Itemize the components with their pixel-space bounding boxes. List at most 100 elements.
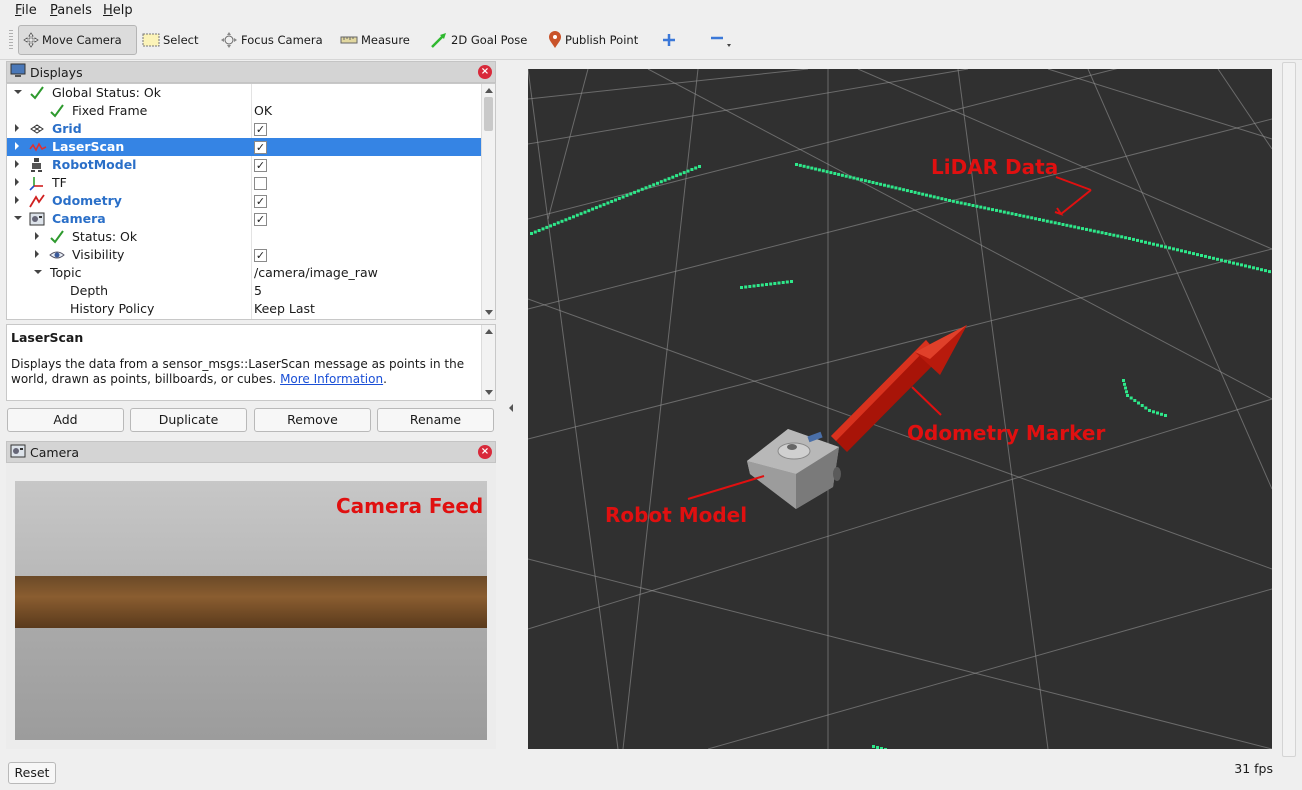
scan-point [1180, 249, 1183, 253]
goal-pose-button[interactable]: 2D Goal Pose [426, 25, 531, 55]
tf-checkbox[interactable] [254, 177, 267, 190]
more-information-link[interactable]: More Information [280, 372, 383, 386]
scan-point [951, 199, 955, 203]
scan-point [795, 163, 798, 166]
move-camera-button[interactable]: Move Camera [18, 25, 137, 55]
tree-row-value[interactable]: 5 [254, 283, 262, 298]
scan-point [806, 165, 810, 169]
scan-point [1053, 221, 1057, 225]
tree-row-history-policy[interactable]: History Policy Keep Last [7, 300, 483, 318]
3d-viewport[interactable]: LiDAR Data Odometry Marker Robot Model [528, 69, 1272, 749]
scan-point [967, 203, 971, 207]
tree-row-depth[interactable]: Depth 5 [7, 282, 483, 300]
measure-button[interactable]: Measure [336, 25, 414, 55]
scan-point [636, 189, 640, 193]
scroll-up-icon[interactable] [485, 88, 493, 93]
scan-point [917, 191, 921, 195]
scan-point [572, 215, 575, 219]
tree-row-global-status[interactable]: Global Status: Ok [7, 84, 483, 102]
tree-row-label: Odometry [52, 193, 122, 208]
scan-point [1069, 224, 1073, 228]
tree-scrollbar[interactable] [481, 84, 495, 319]
tree-row-camera[interactable]: Camera ✓ [7, 210, 483, 228]
select-button[interactable]: Select [138, 25, 202, 55]
scan-point [860, 178, 863, 182]
tree-row-topic[interactable]: Topic /camera/image_raw [7, 264, 483, 282]
tree-row-value[interactable]: /camera/image_raw [254, 265, 378, 280]
scroll-thumb[interactable] [484, 97, 493, 131]
expand-arrow-icon[interactable] [14, 90, 22, 94]
tree-row-fixed-frame[interactable]: Fixed Frame OK [7, 102, 483, 120]
menu-file[interactable]: File [15, 3, 37, 18]
scan-point [1030, 216, 1034, 220]
grid-checkbox[interactable]: ✓ [254, 123, 267, 136]
tree-row-laserscan[interactable]: LaserScan ✓ [7, 138, 483, 156]
expand-arrow-icon[interactable] [15, 178, 19, 186]
scan-point [1116, 234, 1120, 238]
add-button[interactable]: Add [7, 408, 124, 432]
scan-point [659, 180, 663, 184]
toolbar: Move Camera Select Focus Camera Measure … [0, 21, 1302, 60]
scan-point [871, 181, 875, 184]
scroll-up-icon[interactable] [485, 329, 493, 334]
remove-tool-button[interactable] [706, 25, 739, 55]
collapse-left-icon[interactable] [509, 404, 513, 412]
focus-camera-button[interactable]: Focus Camera [216, 25, 327, 55]
camera-checkbox[interactable]: ✓ [254, 213, 267, 226]
right-dock-strip[interactable] [1282, 62, 1296, 757]
expand-arrow-icon[interactable] [15, 160, 19, 168]
expand-arrow-icon[interactable] [15, 142, 19, 150]
camera-panel-title: Camera [30, 444, 80, 460]
laserscan-checkbox[interactable]: ✓ [254, 141, 267, 154]
reset-button[interactable]: Reset [8, 762, 56, 784]
duplicate-button[interactable]: Duplicate [130, 408, 247, 432]
robot-model-annotation: Robot Model [605, 503, 748, 527]
scan-point [1049, 220, 1053, 224]
menu-help[interactable]: Help [103, 3, 133, 18]
tree-row-odometry[interactable]: Odometry ✓ [7, 192, 483, 210]
tree-row-value[interactable]: Keep Last [254, 301, 315, 316]
remove-button[interactable]: Remove [254, 408, 371, 432]
tree-row-grid[interactable]: Grid ✓ [7, 120, 483, 138]
fps-counter: 31 fps [1234, 761, 1273, 776]
scan-point [1184, 250, 1187, 254]
add-tool-button[interactable] [658, 25, 683, 55]
rename-button[interactable]: Rename [377, 408, 494, 432]
displays-tree[interactable]: Global Status: Ok Fixed Frame OK Grid ✓ … [6, 83, 496, 320]
visibility-checkbox[interactable]: ✓ [254, 249, 267, 262]
tree-row-tf[interactable]: TF [7, 174, 483, 192]
publish-point-button[interactable]: Publish Point [544, 25, 642, 55]
scan-point [1057, 222, 1061, 226]
scan-point [740, 286, 743, 289]
scan-point [1140, 239, 1143, 243]
scan-point [682, 171, 686, 175]
check-icon [49, 229, 65, 245]
expand-arrow-icon[interactable] [34, 270, 42, 274]
expand-arrow-icon[interactable] [14, 216, 22, 220]
menu-panels[interactable]: Panels [50, 3, 92, 18]
odometry-checkbox[interactable]: ✓ [254, 195, 267, 208]
tree-row-robotmodel[interactable]: RobotModel ✓ [7, 156, 483, 174]
scroll-down-icon[interactable] [485, 390, 493, 395]
scan-point [963, 202, 967, 206]
toolbar-grip[interactable] [9, 30, 13, 50]
scan-point [1018, 213, 1022, 217]
expand-arrow-icon[interactable] [35, 232, 39, 240]
robotmodel-checkbox[interactable]: ✓ [254, 159, 267, 172]
expand-arrow-icon[interactable] [35, 250, 39, 258]
scroll-down-icon[interactable] [485, 310, 493, 315]
scan-point [629, 192, 633, 196]
tree-row-visibility[interactable]: Visibility ✓ [7, 246, 483, 264]
goal-pose-icon [430, 32, 448, 48]
scan-point [1120, 235, 1124, 239]
expand-arrow-icon[interactable] [15, 124, 19, 132]
close-icon[interactable]: × [478, 65, 492, 79]
tree-row-camera-status[interactable]: Status: Ok [7, 228, 483, 246]
expand-arrow-icon[interactable] [15, 196, 19, 204]
description-scrollbar[interactable] [481, 325, 495, 400]
close-icon[interactable]: × [478, 445, 492, 459]
scan-point [1196, 253, 1199, 257]
scan-point [1124, 236, 1128, 240]
grid-icon [29, 121, 45, 137]
robot-icon [29, 157, 45, 173]
